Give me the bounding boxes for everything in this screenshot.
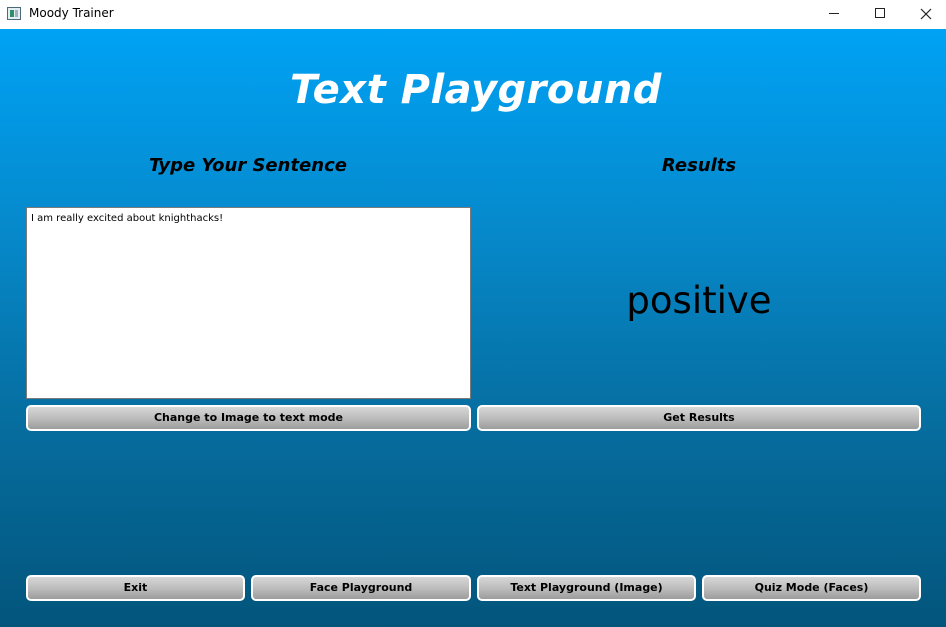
- close-icon: [920, 8, 932, 20]
- app-window: Moody Trainer Text Playground Type Your …: [0, 0, 946, 627]
- face-playground-button[interactable]: Face Playground: [251, 575, 471, 601]
- exit-button[interactable]: Exit: [26, 575, 245, 601]
- title-bar[interactable]: Moody Trainer: [0, 0, 946, 29]
- sentence-input[interactable]: I am really excited about knighthacks!: [26, 207, 471, 399]
- app-icon: [7, 7, 21, 20]
- quiz-mode-button[interactable]: Quiz Mode (Faces): [702, 575, 921, 601]
- close-button[interactable]: [903, 0, 946, 29]
- window-title: Moody Trainer: [29, 6, 114, 20]
- results-heading: Results: [661, 155, 737, 176]
- get-results-button[interactable]: Get Results: [477, 405, 921, 431]
- page-title: Text Playground: [290, 67, 662, 113]
- text-playground-image-button[interactable]: Text Playground (Image): [477, 575, 696, 601]
- maximize-button[interactable]: [857, 0, 903, 29]
- main-content: Text Playground Type Your Sentence Resul…: [0, 29, 946, 627]
- minimize-button[interactable]: [811, 0, 857, 29]
- change-mode-button[interactable]: Change to Image to text mode: [26, 405, 471, 431]
- maximize-icon: [875, 8, 885, 18]
- sentence-heading: Type Your Sentence: [149, 155, 347, 176]
- minimize-icon: [829, 13, 839, 14]
- result-label: positive: [626, 279, 772, 322]
